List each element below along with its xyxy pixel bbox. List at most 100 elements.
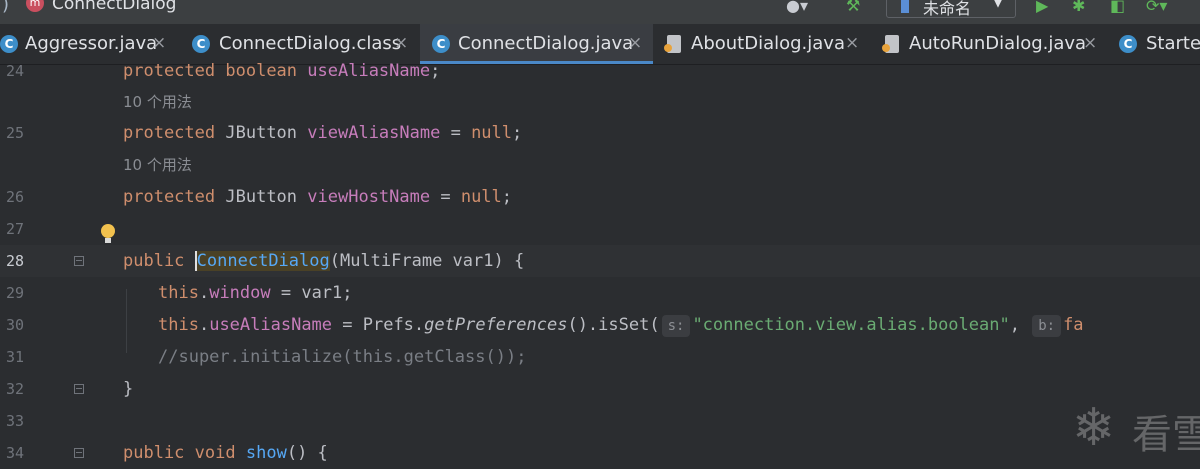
usage-count-hint[interactable]: 10 个用法 <box>123 150 192 180</box>
field-name: useAliasName <box>209 315 333 335</box>
user-icon[interactable]: ●▾ <box>786 0 808 15</box>
line-number: 30 <box>5 316 24 334</box>
profile-icon[interactable]: ⟳▾ <box>1146 0 1167 15</box>
code-text: public ConnectDialog(MultiFrame var1) { <box>123 245 524 277</box>
closing-brace: } <box>123 379 134 399</box>
type-name: JButton <box>225 187 298 207</box>
code-text: public void show() { <box>123 437 328 469</box>
code-text: protected JButton viewAliasName = null; <box>123 117 522 149</box>
close-icon[interactable]: × <box>394 33 408 53</box>
constructor-name: ConnectDialog <box>194 251 330 271</box>
java-file-icon <box>664 35 681 53</box>
keyword-this: this <box>158 283 199 303</box>
run-icon[interactable]: ▶ <box>1036 0 1048 15</box>
punctuation: . <box>198 283 210 303</box>
operator: = <box>430 187 461 207</box>
line-number: 29 <box>5 284 24 302</box>
line-number: 27 <box>5 220 24 238</box>
debug-icon[interactable]: ✱ <box>1072 0 1085 15</box>
line-number: 32 <box>5 380 24 398</box>
param-hint: s: <box>661 315 691 337</box>
punctuation: , <box>1009 315 1031 335</box>
line-number: 34 <box>5 444 24 462</box>
tab-label: ConnectDialog.class <box>219 33 402 54</box>
field-name: viewHostName <box>307 187 431 207</box>
code-line-31[interactable]: 31 //super.initialize(this.getClass()); <box>0 341 1200 373</box>
module-badge-icon: m <box>26 0 44 12</box>
code-line-26[interactable]: 26 protected JButton viewHostName = null… <box>0 181 1200 213</box>
config-icon <box>901 0 909 13</box>
close-icon[interactable]: × <box>1083 33 1097 53</box>
java-class-icon: C <box>1119 35 1137 53</box>
coverage-icon[interactable]: ◧ <box>1110 0 1125 15</box>
class-ref: = Prefs. <box>332 315 425 335</box>
code-line-30[interactable]: 30 this.useAliasName = Prefs.getPreferen… <box>0 309 1200 341</box>
run-config-label: 未命名 <box>923 0 972 18</box>
operator: = <box>440 123 472 143</box>
keyword: protected <box>123 187 216 207</box>
code-line-32[interactable]: 32 } <box>0 373 1200 405</box>
keyword: protected <box>123 61 216 81</box>
close-icon[interactable]: × <box>845 33 859 53</box>
line-number: 24 <box>5 62 24 80</box>
keyword: public <box>123 251 185 271</box>
code-text: this.window = var1; <box>158 277 353 309</box>
type-name: JButton <box>225 123 298 143</box>
field-name: window <box>209 283 271 303</box>
code-line-34[interactable]: 34 public void show() { <box>0 437 1200 469</box>
java-file-icon <box>882 35 899 53</box>
java-class-icon: C <box>432 35 450 53</box>
usage-count-hint[interactable]: 10 个用法 <box>123 87 192 117</box>
code-text: protected boolean useAliasName; <box>123 55 440 87</box>
java-class-icon: C <box>0 35 18 53</box>
fold-toggle-icon[interactable] <box>74 448 84 458</box>
punctuation: ; <box>501 187 513 207</box>
punctuation: () { <box>286 443 328 463</box>
close-icon[interactable]: × <box>628 33 642 53</box>
code-text: this.useAliasName = Prefs.getPreferences… <box>158 309 1084 341</box>
code-line-24[interactable]: 24 protected boolean useAliasName; <box>0 55 1200 87</box>
fold-toggle-icon[interactable] <box>74 256 84 266</box>
keyword-null: null <box>471 123 513 143</box>
build-hammer-icon[interactable]: ⚒ <box>846 0 860 15</box>
top-toolbar: ) m ConnectDialog ●▾ ⚒ 未命名 ▼ ▶ ✱ ◧ ⟳▾ <box>0 0 1200 24</box>
watermark-text: 看雪 <box>1132 412 1200 458</box>
line-number: 28 <box>5 252 24 270</box>
field-name: viewAliasName <box>307 123 441 143</box>
assignment: = var1; <box>270 283 353 303</box>
chevron-down-icon: ▼ <box>993 0 1003 10</box>
fold-toggle-icon[interactable] <box>74 384 84 394</box>
run-config-select[interactable]: 未命名 ▼ <box>886 0 1016 18</box>
code-line-29[interactable]: 29 this.window = var1; <box>0 277 1200 309</box>
code-line-28[interactable]: 28 public ConnectDialog(MultiFrame var1)… <box>0 245 1200 277</box>
static-method: getPreferences <box>424 315 568 335</box>
close-icon[interactable]: × <box>152 33 166 53</box>
code-line-25[interactable]: 25 protected JButton viewAliasName = nul… <box>0 117 1200 149</box>
tab-label: AboutDialog.java <box>691 33 845 54</box>
snowflake-icon: ❄ <box>1072 398 1116 458</box>
line-number: 33 <box>5 412 24 430</box>
code-line-33[interactable]: 33 <box>0 405 1200 437</box>
java-class-icon: C <box>192 35 210 53</box>
lightbulb-icon[interactable] <box>101 224 115 243</box>
string-literal: "connection.view.alias.boolean" <box>692 315 1010 335</box>
param-hint: b: <box>1032 315 1062 337</box>
method-call: ().isSet( <box>567 315 660 335</box>
punctuation: ; <box>512 123 523 143</box>
keyword-type: void <box>194 443 236 463</box>
parameter-list: (MultiFrame var1) { <box>329 251 525 271</box>
method-name: show <box>245 443 287 463</box>
keyword-null: null <box>460 187 502 207</box>
tab-label: AutoRunDialog.java <box>909 33 1087 54</box>
punctuation: . <box>198 315 210 335</box>
code-editor[interactable]: 24 protected boolean useAliasName; 10 个用… <box>0 61 1200 469</box>
tab-label: Aggressor.java <box>25 33 158 54</box>
code-line-27[interactable]: 27 <box>0 213 1200 245</box>
line-number: 26 <box>5 188 24 206</box>
breadcrumb-current[interactable]: ConnectDialog <box>52 0 176 14</box>
keyword-false: fa <box>1063 315 1084 335</box>
keyword-this: this <box>158 315 199 335</box>
keyword: public <box>123 443 185 463</box>
punctuation: ; <box>430 61 441 81</box>
field-name: useAliasName <box>307 61 431 81</box>
